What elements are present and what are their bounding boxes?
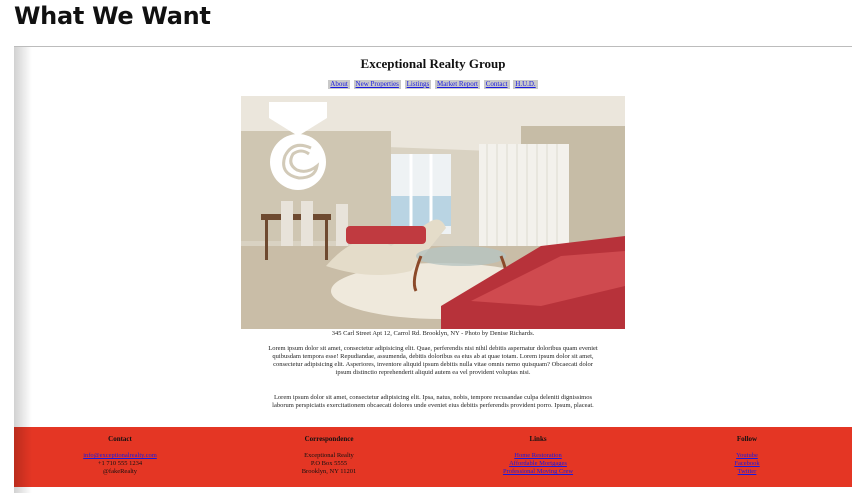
- intro-paragraph-1: Lorem ipsum dolor sit amet, consectetur …: [268, 345, 598, 376]
- follow-facebook-link[interactable]: Facebook: [667, 460, 827, 468]
- footer-links-title: Links: [529, 435, 547, 443]
- site-footer: Contact info@exceptionalrealty.com +1 71…: [14, 427, 852, 487]
- nav-hud[interactable]: H.U.D.: [513, 80, 538, 89]
- follow-youtube-link[interactable]: Youtube: [667, 452, 827, 460]
- link-professional-moving-crew[interactable]: Professional Moving Crew: [458, 468, 618, 476]
- footer-contact-title: Contact: [108, 435, 132, 443]
- website-preview: Exceptional Realty Group About New Prope…: [14, 46, 852, 493]
- correspondence-line: P.O Box 5555: [310, 460, 348, 467]
- footer-follow-title: Follow: [736, 435, 758, 443]
- contact-email-link[interactable]: info@exceptionalrealty.com: [40, 452, 200, 460]
- footer-correspondence-title: Correspondence: [304, 435, 354, 443]
- correspondence-line: Brooklyn, NY 11201: [301, 468, 357, 475]
- follow-twitter-link[interactable]: Twitter: [667, 468, 827, 476]
- nav-new-properties[interactable]: New Properties: [353, 80, 401, 89]
- intro-paragraph-2: Lorem ipsum dolor sit amet, consectetur …: [272, 394, 594, 409]
- footer-correspondence: Correspondence Exceptional Realty P.O Bo…: [249, 435, 409, 476]
- link-affordable-mortgages[interactable]: Affordable Mortgages: [458, 460, 618, 468]
- nav-listings[interactable]: Listings: [404, 80, 432, 89]
- photo-caption: 345 Carl Street Apt 12, Carrol Rd. Brook…: [331, 330, 535, 337]
- footer-links: Links Home Restoration Affordable Mortga…: [458, 435, 618, 476]
- site-title: Exceptional Realty Group: [360, 56, 506, 71]
- nav-about[interactable]: About: [328, 80, 350, 89]
- footer-contact: Contact info@exceptionalrealty.com +1 71…: [40, 435, 200, 476]
- page-heading: What We Want: [14, 2, 211, 30]
- nav-market-report[interactable]: Market Report: [434, 80, 480, 89]
- nav-contact[interactable]: Contact: [483, 80, 510, 89]
- hero-photo: [241, 96, 625, 329]
- contact-phone: +1 710 555 1234: [97, 460, 143, 467]
- contact-handle: @fakeRealty: [102, 468, 138, 475]
- correspondence-line: Exceptional Realty: [304, 452, 354, 459]
- link-home-restoration[interactable]: Home Restoration: [458, 452, 618, 460]
- site-nav: About New Properties Listings Market Rep…: [14, 80, 852, 89]
- footer-follow: Follow Youtube Facebook Twitter: [667, 435, 827, 476]
